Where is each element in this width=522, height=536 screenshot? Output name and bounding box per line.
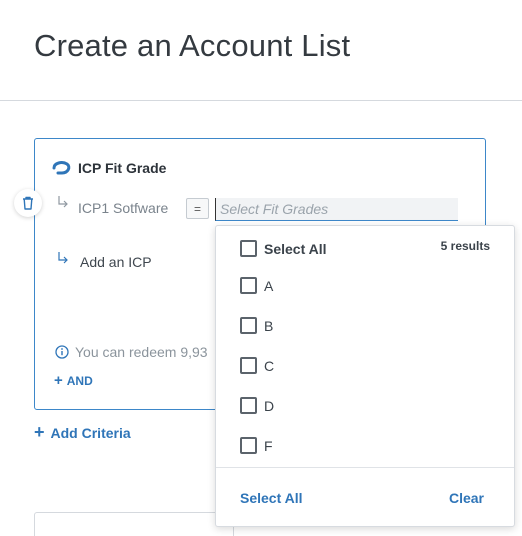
fit-grade-dropdown: Select All 5 results A B C D F Select Al… [215, 225, 515, 527]
grade-checkbox[interactable] [240, 397, 257, 414]
criterion-row: ICP1 Sotfware [78, 200, 168, 216]
results-count: 5 results [440, 239, 490, 253]
brand-swirl-icon [52, 161, 71, 175]
and-label: AND [66, 373, 93, 388]
header-divider [0, 100, 522, 101]
add-icp-row[interactable]: Add an ICP [80, 254, 152, 272]
footer-clear-button[interactable]: Clear [449, 490, 484, 506]
card-header: ICP Fit Grade [52, 160, 166, 176]
grade-checkbox[interactable] [240, 317, 257, 334]
redeem-info: You can redeem 9,93 [55, 344, 208, 360]
and-button[interactable]: + AND [54, 372, 93, 389]
grade-label: D [264, 397, 275, 414]
grade-checkbox[interactable] [240, 277, 257, 294]
criterion-label: ICP1 Sotfware [78, 200, 169, 216]
grade-option-a[interactable]: A [240, 277, 273, 294]
next-section-card [34, 512, 234, 536]
branch-arrow-icon [58, 196, 68, 208]
footer-select-all-button[interactable]: Select All [240, 490, 303, 506]
grade-label: F [264, 437, 273, 454]
grade-checkbox[interactable] [240, 357, 257, 374]
redeem-text: You can redeem 9,93 [75, 344, 208, 360]
select-all-option[interactable]: Select All [240, 240, 327, 257]
grade-option-f[interactable]: F [240, 437, 273, 454]
operator-select[interactable]: = [186, 198, 209, 219]
dropdown-divider [216, 467, 514, 468]
trash-icon [23, 196, 33, 210]
page-title: Create an Account List [34, 28, 351, 63]
card-title: ICP Fit Grade [78, 160, 167, 176]
add-criteria-button[interactable]: + Add Criteria [34, 422, 131, 443]
branch-arrow-icon [58, 252, 68, 264]
grade-option-d[interactable]: D [240, 397, 274, 414]
fit-grade-input[interactable] [215, 198, 458, 221]
select-all-checkbox[interactable] [240, 240, 257, 257]
add-icp-link[interactable]: Add an ICP [80, 254, 152, 270]
plus-icon: + [54, 372, 63, 389]
delete-criteria-button[interactable] [14, 189, 42, 217]
add-criteria-label: Add Criteria [50, 424, 131, 441]
grade-checkbox[interactable] [240, 437, 257, 454]
grade-label: B [264, 317, 274, 334]
grade-label: C [264, 357, 275, 374]
info-icon [55, 345, 69, 359]
grade-option-c[interactable]: C [240, 357, 274, 374]
plus-icon: + [34, 422, 45, 442]
grade-label: A [264, 277, 274, 294]
grade-option-b[interactable]: B [240, 317, 273, 334]
select-all-label: Select All [264, 240, 327, 257]
